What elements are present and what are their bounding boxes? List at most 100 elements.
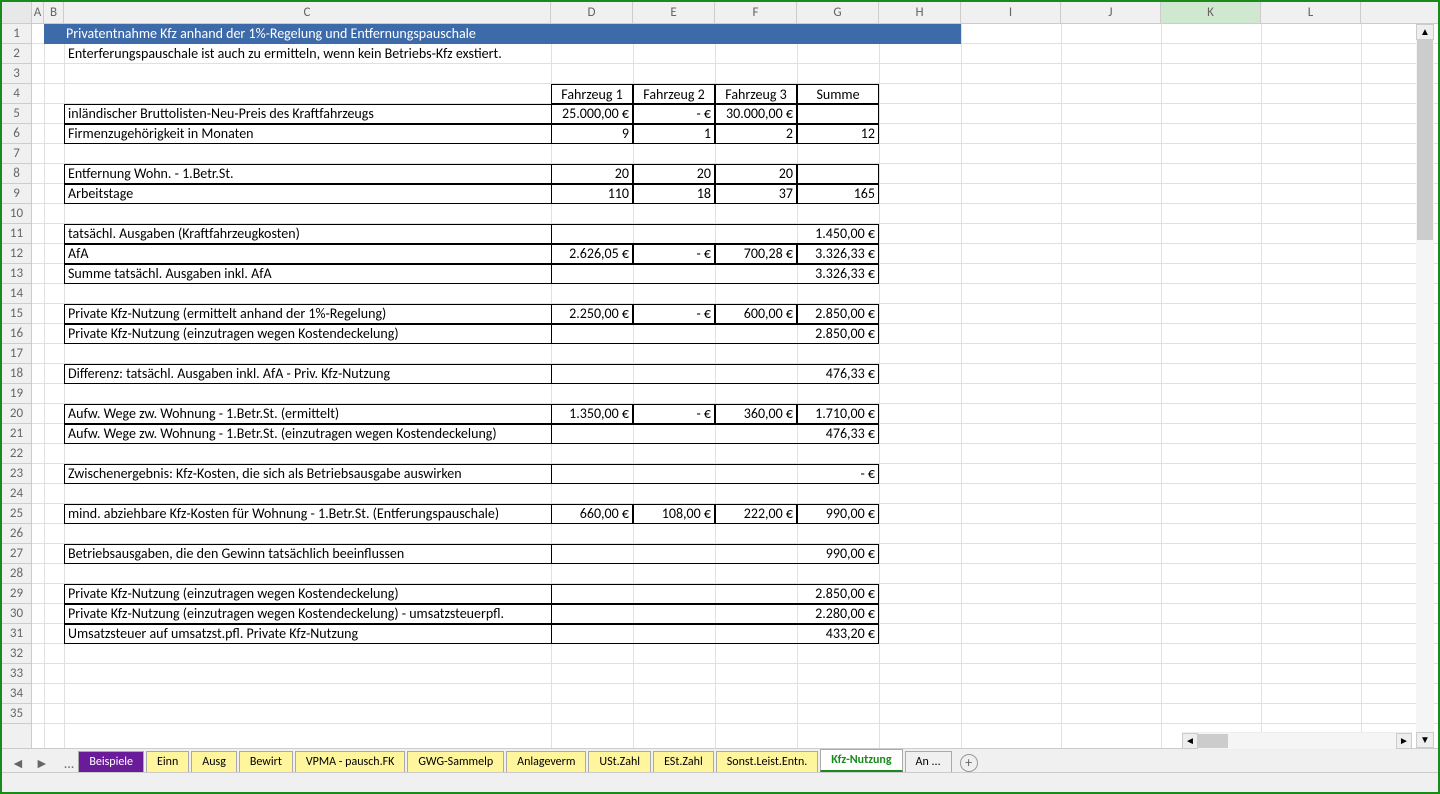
scroll-down-arrow[interactable]: ▼ — [1416, 732, 1434, 748]
row-header-11[interactable]: 11 — [2, 224, 31, 244]
hscroll-thumb[interactable] — [1198, 734, 1228, 748]
hscroll-right-arrow[interactable]: ► — [1396, 733, 1412, 749]
horizontal-scrollbar[interactable]: ◄ ► — [1182, 732, 1412, 750]
cell-E4[interactable]: Fahrzeug 2 — [633, 84, 715, 104]
cell-E20[interactable]: - € — [633, 404, 715, 424]
cell-G5[interactable] — [797, 104, 879, 124]
col-header-A[interactable]: A — [32, 2, 44, 23]
tab-nav-prev[interactable]: ◄ — [8, 755, 28, 772]
row-header-9[interactable]: 9 — [2, 184, 31, 204]
tab-overflow-dots[interactable]: ... — [64, 755, 75, 772]
row-header-5[interactable]: 5 — [2, 104, 31, 124]
cell-D6[interactable]: 9 — [551, 124, 633, 144]
cell-C21[interactable]: Aufw. Wege zw. Wohnung - 1.Betr.St. (ein… — [64, 424, 551, 444]
cell-G13[interactable]: 3.326,33 € — [797, 264, 879, 284]
cell-G12[interactable]: 3.326,33 € — [797, 244, 879, 264]
cell-E12[interactable]: - € — [633, 244, 715, 264]
sheet-tab-11[interactable]: An ... — [905, 751, 952, 772]
cell-C13[interactable]: Summe tatsächl. Ausgaben inkl. AfA — [64, 264, 551, 284]
cell-E5[interactable]: - € — [633, 104, 715, 124]
cell-G23[interactable]: - € — [797, 464, 879, 484]
row-header-3[interactable]: 3 — [2, 64, 31, 84]
sheet-tab-10[interactable]: Kfz-Nutzung — [820, 749, 902, 772]
cell-F5[interactable]: 30.000,00 € — [715, 104, 797, 124]
row-header-26[interactable]: 26 — [2, 524, 31, 544]
cell-C23[interactable]: Zwischenergebnis: Kfz-Kosten, die sich a… — [64, 464, 551, 484]
row-header-13[interactable]: 13 — [2, 264, 31, 284]
col-header-I[interactable]: I — [961, 2, 1061, 23]
cell-F9[interactable]: 37 — [715, 184, 797, 204]
sheet-tab-9[interactable]: Sonst.Leist.Entn. — [716, 751, 819, 772]
cell-G4[interactable]: Summe — [797, 84, 879, 104]
row-header-30[interactable]: 30 — [2, 604, 31, 624]
col-header-E[interactable]: E — [633, 2, 715, 23]
cell-C12[interactable]: AfA — [64, 244, 551, 264]
row-header-17[interactable]: 17 — [2, 344, 31, 364]
row-header-21[interactable]: 21 — [2, 424, 31, 444]
col-header-F[interactable]: F — [715, 2, 797, 23]
cell-C30[interactable]: Private Kfz-Nutzung (einzutragen wegen K… — [64, 604, 551, 624]
row-header-18[interactable]: 18 — [2, 364, 31, 384]
cell-C25[interactable]: mind. abziehbare Kfz-Kosten für Wohnung … — [64, 504, 551, 524]
cell-G6[interactable]: 12 — [797, 124, 879, 144]
col-header-H[interactable]: H — [879, 2, 961, 23]
cell-F8[interactable]: 20 — [715, 164, 797, 184]
cell-C27[interactable]: Betriebsausgaben, die den Gewinn tatsäch… — [64, 544, 551, 564]
cell-E6[interactable]: 1 — [633, 124, 715, 144]
row-header-14[interactable]: 14 — [2, 284, 31, 304]
sheet-tab-6[interactable]: Anlageverm — [506, 751, 586, 772]
cell-G11[interactable]: 1.450,00 € — [797, 224, 879, 244]
cell-D20[interactable]: 1.350,00 € — [551, 404, 633, 424]
row-header-15[interactable]: 15 — [2, 304, 31, 324]
cell-C18[interactable]: Differenz: tatsächl. Ausgaben inkl. AfA … — [64, 364, 551, 384]
cell-F12[interactable]: 700,28 € — [715, 244, 797, 264]
row-header-32[interactable]: 32 — [2, 644, 31, 664]
row-header-31[interactable]: 31 — [2, 624, 31, 644]
col-header-K[interactable]: K — [1161, 2, 1261, 23]
col-header-L[interactable]: L — [1261, 2, 1361, 23]
col-header-J[interactable]: J — [1061, 2, 1161, 23]
cell-G27[interactable]: 990,00 € — [797, 544, 879, 564]
sheet-tab-2[interactable]: Ausg — [191, 751, 237, 772]
row-header-4[interactable]: 4 — [2, 84, 31, 104]
row-header-20[interactable]: 20 — [2, 404, 31, 424]
cell-G30[interactable]: 2.280,00 € — [797, 604, 879, 624]
cell-D9[interactable]: 110 — [551, 184, 633, 204]
row-header-7[interactable]: 7 — [2, 144, 31, 164]
col-header-B[interactable]: B — [44, 2, 64, 23]
cell-E15[interactable]: - € — [633, 304, 715, 324]
sheet-tab-4[interactable]: VPMA - pausch.FK — [295, 751, 406, 772]
row-header-12[interactable]: 12 — [2, 244, 31, 264]
row-header-34[interactable]: 34 — [2, 684, 31, 704]
row-header-23[interactable]: 23 — [2, 464, 31, 484]
sheet-tab-1[interactable]: Einn — [146, 751, 189, 772]
cell-C8[interactable]: Entfernung Wohn. - 1.Betr.St. — [64, 164, 551, 184]
cell-E25[interactable]: 108,00 € — [633, 504, 715, 524]
row-header-28[interactable]: 28 — [2, 564, 31, 584]
row-header-27[interactable]: 27 — [2, 544, 31, 564]
cell-G16[interactable]: 2.850,00 € — [797, 324, 879, 344]
select-all-triangle[interactable] — [2, 2, 32, 23]
cell-G20[interactable]: 1.710,00 € — [797, 404, 879, 424]
cell-G29[interactable]: 2.850,00 € — [797, 584, 879, 604]
add-sheet-button[interactable]: + — [960, 754, 978, 772]
cell-D8[interactable]: 20 — [551, 164, 633, 184]
cell-D5[interactable]: 25.000,00 € — [551, 104, 633, 124]
cell-D15[interactable]: 2.250,00 € — [551, 304, 633, 324]
cell-C29[interactable]: Private Kfz-Nutzung (einzutragen wegen K… — [64, 584, 551, 604]
row-header-24[interactable]: 24 — [2, 484, 31, 504]
row-header-8[interactable]: 8 — [2, 164, 31, 184]
row-header-2[interactable]: 2 — [2, 44, 31, 64]
row-header-16[interactable]: 16 — [2, 324, 31, 344]
cell-C2[interactable]: Enterferungspauschale ist auch zu ermitt… — [64, 44, 961, 64]
row-header-25[interactable]: 25 — [2, 504, 31, 524]
sheet-tab-7[interactable]: USt.Zahl — [588, 751, 651, 772]
cell-G18[interactable]: 476,33 € — [797, 364, 879, 384]
cell-E8[interactable]: 20 — [633, 164, 715, 184]
cell-F6[interactable]: 2 — [715, 124, 797, 144]
row-header-19[interactable]: 19 — [2, 384, 31, 404]
sheet-tab-0[interactable]: Beispiele — [78, 751, 144, 772]
cell-E9[interactable]: 18 — [633, 184, 715, 204]
cell-D12[interactable]: 2.626,05 € — [551, 244, 633, 264]
row-header-10[interactable]: 10 — [2, 204, 31, 224]
